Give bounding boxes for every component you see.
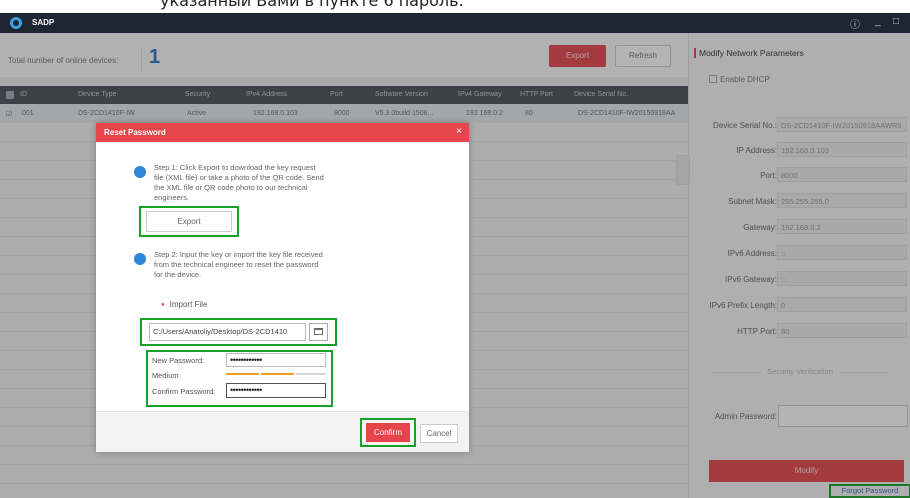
step-1-icon [134,166,146,178]
page-caption: указанный Вами в пункте 6 пароль. [0,0,910,13]
new-password-input[interactable]: •••••••••••• [226,353,326,367]
step-2-icon [134,253,146,265]
dialog-header: Reset Password × [96,123,469,142]
new-password-label: New Password: [152,356,205,365]
title-bar: SADP ⓘ _ □ [0,13,910,33]
close-icon[interactable]: × [456,126,462,137]
reset-password-dialog: Reset Password × Step 1: Click Export to… [96,123,469,452]
dialog-title: Reset Password [104,128,166,137]
info-icon[interactable]: ⓘ [850,16,860,31]
confirm-password-input[interactable]: •••••••••••• [226,383,326,398]
step-2-text: Step 2: Input the key or import the key … [154,250,323,279]
folder-browse-button[interactable] [309,323,328,341]
sadp-logo-icon [10,17,22,29]
cancel-button[interactable]: Cancel [420,424,458,443]
app-title: SADP [32,18,55,27]
step-1-text: Step 1: Click Export to download the key… [154,163,324,202]
password-strength-label: Medium [152,371,179,380]
dialog-export-button[interactable]: Export [146,211,232,232]
minimize-icon[interactable]: _ [875,16,881,27]
confirm-button[interactable]: Confirm [366,423,410,442]
maximize-icon[interactable]: □ [893,16,899,27]
import-file-label: Import File [161,300,208,309]
strength-bar-2 [261,373,294,375]
folder-icon [314,328,323,335]
caption-text: указанный Вами в пункте 6 пароль. [160,0,464,10]
dialog-footer: Confirm Cancel [96,411,469,452]
strength-bar-3 [296,373,326,375]
strength-bar-1 [226,373,259,375]
confirm-password-label: Confirm Password: [152,387,216,396]
import-file-path-input[interactable]: C:/Users/Anatoliy/Desktop/DS-2CD1410 [149,323,306,341]
